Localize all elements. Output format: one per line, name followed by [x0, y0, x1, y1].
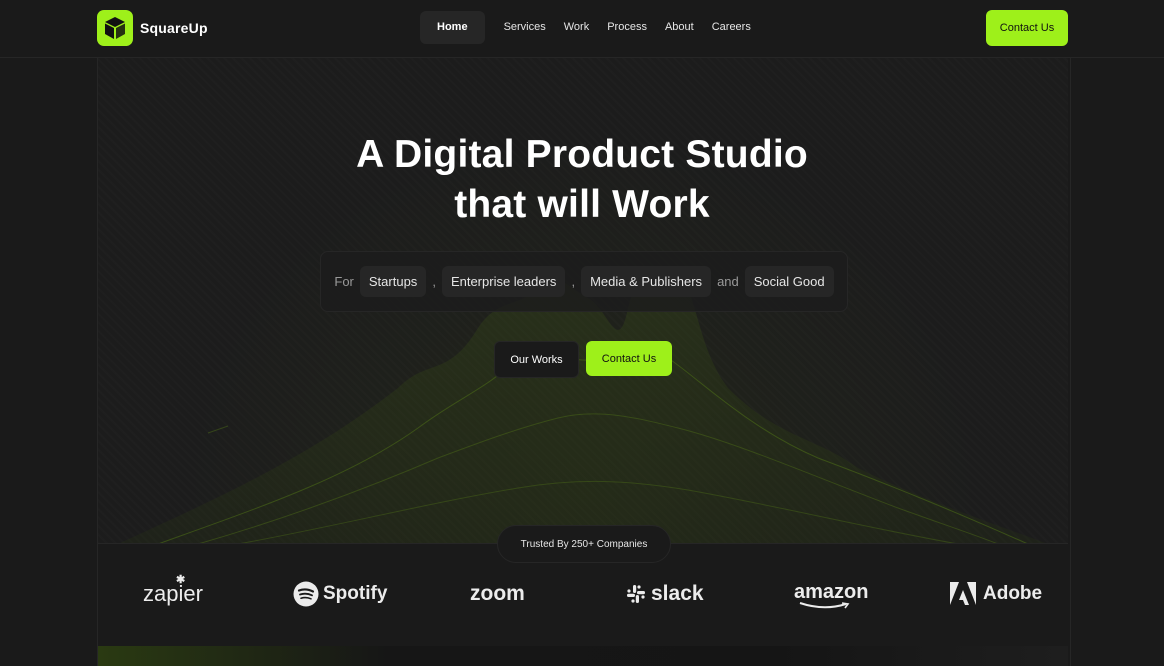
next-section-preview: [98, 646, 1068, 666]
main-nav: Home Services Work Process About Careers: [420, 11, 760, 44]
asterisk-icon: ✱: [176, 574, 186, 586]
separator: ,: [571, 274, 576, 289]
nav-process[interactable]: Process: [598, 11, 656, 44]
slack-logo: slack: [626, 579, 704, 609]
nav-services[interactable]: Services: [495, 11, 555, 44]
header-contact-button[interactable]: Contact Us: [986, 10, 1068, 46]
amazon-logo: amazon: [794, 582, 868, 612]
separator: and: [717, 274, 739, 289]
audience-chip-startups: Startups: [359, 266, 427, 297]
slack-icon: [627, 585, 645, 603]
audience-chip-enterprise: Enterprise leaders: [441, 266, 566, 297]
nav-home[interactable]: Home: [420, 11, 485, 44]
cube-icon: [97, 10, 133, 46]
brand-logo[interactable]: SquareUp: [97, 10, 208, 46]
audience-chip-media: Media & Publishers: [581, 266, 712, 297]
spotify-icon: [293, 581, 319, 607]
zoom-logo: zoom: [470, 582, 525, 605]
nav-work[interactable]: Work: [555, 11, 598, 44]
hero-title-line1: A Digital Product Studio: [356, 133, 808, 176]
for-label: For: [334, 274, 354, 289]
brand-name: SquareUp: [140, 20, 208, 36]
top-navbar: SquareUp Home Services Work Process Abou…: [0, 0, 1164, 58]
hero-contact-button[interactable]: Contact Us: [586, 341, 672, 376]
separator: ,: [432, 274, 436, 289]
adobe-icon: [950, 582, 976, 605]
nav-about[interactable]: About: [656, 11, 703, 44]
hero-title-line2: that will Work: [454, 183, 710, 226]
trusted-badge: Trusted By 250+ Companies: [497, 525, 671, 563]
zapier-logo: zapier ✱: [143, 574, 203, 606]
our-works-button[interactable]: Our Works: [494, 341, 579, 378]
nav-careers[interactable]: Careers: [703, 11, 760, 44]
audience-chip-social-good: Social Good: [744, 266, 834, 297]
adobe-logo: Adobe: [950, 579, 1042, 609]
audience-box: For Startups , Enterprise leaders , Medi…: [320, 251, 848, 312]
spotify-logo: Spotify: [293, 579, 387, 609]
hero-title: A Digital Product Studio that will Work: [0, 130, 1164, 230]
amazon-smile-icon: [799, 602, 850, 609]
